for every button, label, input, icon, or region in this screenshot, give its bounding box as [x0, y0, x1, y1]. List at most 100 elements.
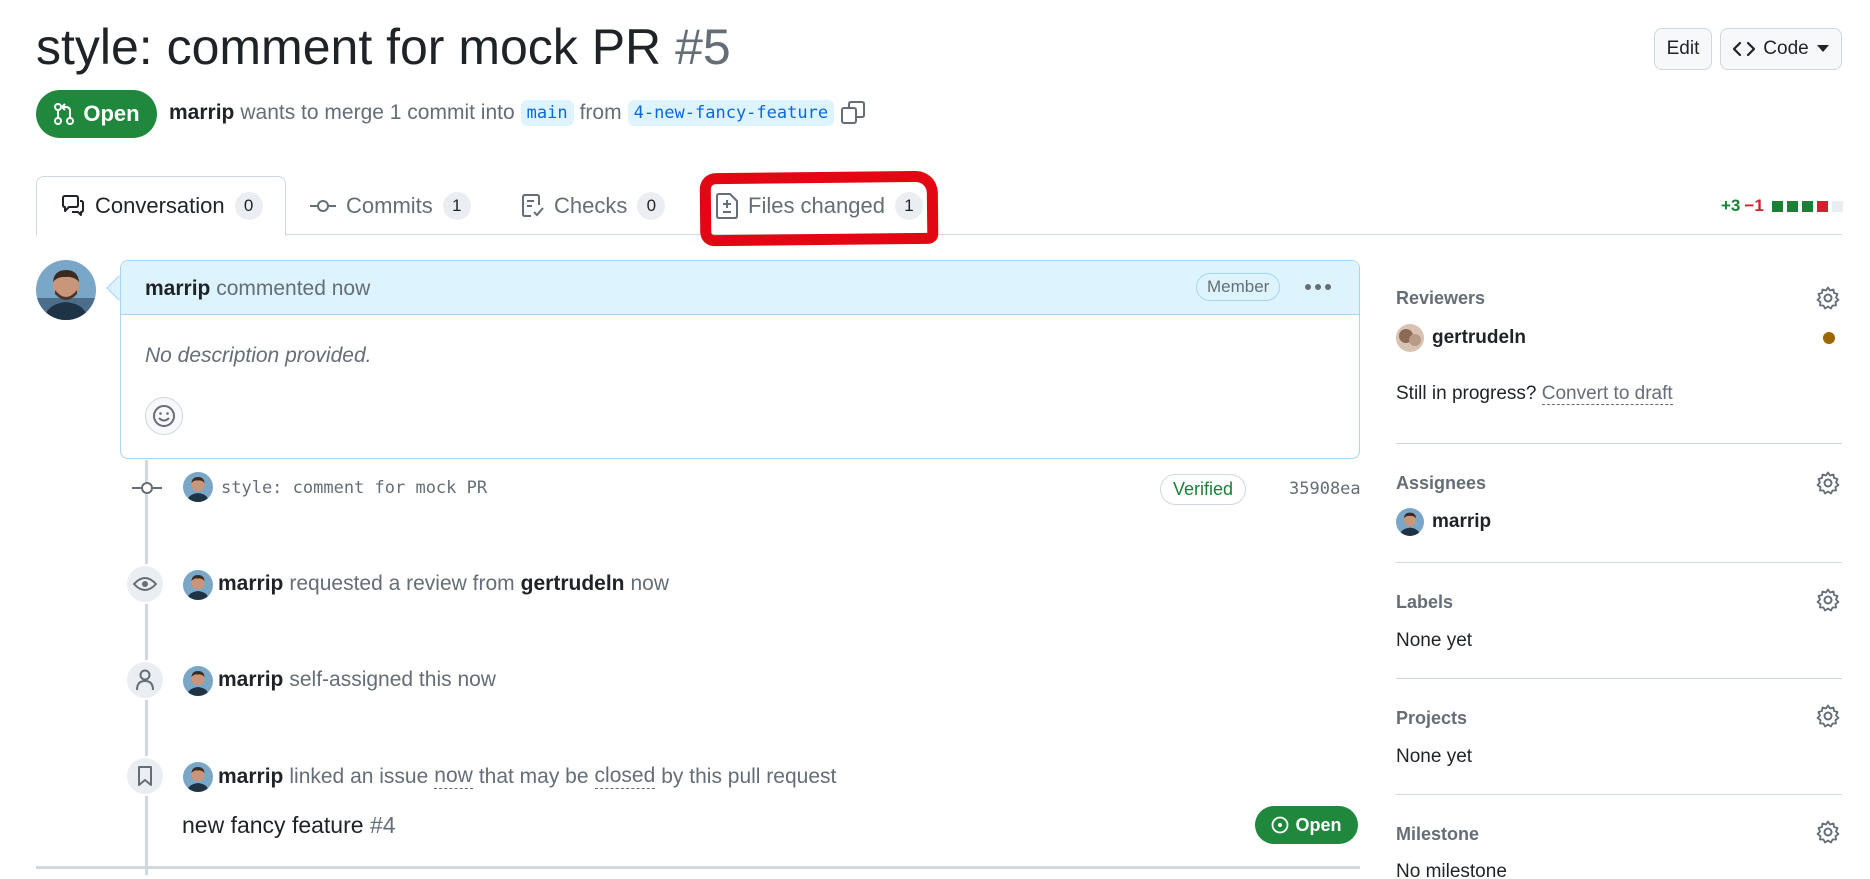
person-icon [135, 669, 155, 691]
tab-conversation[interactable]: Conversation 0 [36, 176, 286, 236]
convert-to-draft-link[interactable]: Convert to draft [1541, 383, 1673, 405]
projects-title: Projects [1396, 708, 1468, 728]
git-commit-icon [132, 480, 162, 496]
sidebar-divider [1396, 443, 1842, 444]
comment-discussion-icon [61, 195, 85, 217]
review-request-event: marrip requested a review from gertrudel… [218, 572, 669, 596]
labels-value: None yet [1396, 630, 1473, 651]
gear-icon[interactable] [1816, 286, 1840, 310]
tab-conversation-label: Conversation [95, 193, 225, 218]
gear-icon[interactable] [1816, 471, 1840, 495]
pr-state-label: Open [83, 101, 140, 126]
pr-title: style: comment for mock PR #5 [36, 18, 731, 76]
sidebar-divider [1396, 562, 1842, 563]
tab-commits[interactable]: Commits 1 [310, 176, 471, 235]
member-badge: Member [1196, 273, 1281, 301]
assignees-title: Assignees [1396, 473, 1487, 493]
comment-header: marrip commented now Member [121, 261, 1359, 315]
linked-issue[interactable]: new fancy feature #4 [182, 812, 396, 839]
draft-prompt: Still in progress? Convert to draft [1396, 383, 1673, 405]
draft-prompt-text: Still in progress? [1396, 383, 1537, 404]
event-text: by this pull request [661, 764, 837, 788]
copy-icon[interactable] [840, 100, 866, 126]
tab-conversation-count: 0 [234, 192, 263, 220]
code-icon [1733, 41, 1756, 57]
timeline-badge [125, 564, 165, 604]
timeline-badge [125, 660, 165, 700]
comment-action: commented now [216, 277, 371, 300]
head-branch[interactable]: 4-new-fancy-feature [627, 100, 835, 126]
issue-state-badge: Open [1255, 806, 1358, 844]
base-branch[interactable]: main [520, 100, 574, 126]
milestone-value: No milestone [1396, 861, 1507, 879]
annotation-highlight [699, 170, 939, 247]
diffstat-block [1816, 200, 1828, 212]
reviewer-name[interactable]: gertrudeln [1432, 327, 1526, 349]
event-time[interactable]: now [630, 572, 669, 596]
event-text: that may be [478, 764, 589, 788]
event-actor[interactable]: marrip [218, 572, 283, 596]
eye-icon [133, 576, 157, 592]
pr-meta: marrip wants to merge 1 commit into main… [169, 100, 866, 126]
avatar[interactable] [183, 666, 213, 696]
projects-value: None yet [1396, 746, 1473, 767]
kebab-horizontal-icon[interactable] [1303, 275, 1333, 299]
comment-author[interactable]: marrip [145, 277, 210, 300]
avatar[interactable] [36, 260, 96, 320]
gear-icon[interactable] [1816, 704, 1840, 728]
issue-state-label: Open [1295, 814, 1342, 835]
tab-commits-label: Commits [346, 192, 433, 218]
gear-icon[interactable] [1816, 820, 1840, 844]
add-reaction-button[interactable] [145, 397, 183, 435]
event-text: linked an issue [289, 764, 429, 788]
pr-state-badge: Open [36, 90, 157, 138]
assignee-name[interactable]: marrip [1432, 511, 1491, 533]
event-reviewer[interactable]: gertrudeln [521, 572, 625, 596]
tab-checks[interactable]: Checks 0 [522, 176, 666, 235]
diffstat-block [1786, 200, 1798, 212]
tab-checks-label: Checks [554, 192, 628, 218]
code-button-label: Code [1763, 38, 1809, 59]
comment-header-text: marrip commented now [145, 277, 370, 301]
reviewers-title: Reviewers [1396, 288, 1486, 308]
diffstat-deletions: −1 [1744, 196, 1764, 215]
avatar[interactable] [183, 472, 213, 502]
pr-author-link[interactable]: marrip [169, 101, 234, 125]
merge-text: wants to merge 1 commit into [240, 101, 515, 124]
sidebar-divider [1396, 794, 1842, 795]
sidebar-divider [1396, 678, 1842, 679]
from-text: from [579, 101, 622, 124]
timeline-badge [125, 756, 165, 796]
event-time[interactable]: now [434, 764, 473, 789]
tab-checks-count: 0 [637, 191, 666, 220]
event-actor[interactable]: marrip [218, 668, 283, 692]
event-actor[interactable]: marrip [218, 765, 283, 789]
diffstat-additions: +3 [1721, 196, 1741, 215]
timeline-divider [36, 866, 1360, 869]
closed-keyword[interactable]: closed [594, 764, 656, 789]
issue-opened-icon [1271, 816, 1289, 834]
smiley-icon [152, 404, 176, 428]
linked-issue-event: marrip linked an issue now that may be c… [218, 764, 836, 789]
gear-icon[interactable] [1816, 588, 1840, 612]
comment-box: marrip commented now Member No descripti… [120, 260, 1360, 459]
caret-down-icon [1816, 45, 1829, 53]
edit-button[interactable]: Edit [1654, 28, 1712, 70]
pr-title-text: style: comment for mock PR [36, 19, 662, 75]
avatar[interactable] [183, 762, 213, 792]
diffstat-block [1801, 200, 1813, 212]
avatar[interactable] [183, 570, 213, 600]
commit-message[interactable]: style: comment for mock PR [221, 478, 487, 498]
labels-title: Labels [1396, 592, 1454, 612]
commit-sha[interactable]: 35908ea [1289, 479, 1361, 499]
linked-issue-number: #4 [369, 812, 396, 838]
verified-badge[interactable]: Verified [1160, 474, 1247, 505]
pr-number: #5 [675, 19, 731, 75]
git-pull-request-icon [53, 102, 75, 126]
pending-review-dot [1823, 332, 1835, 344]
comment-body: No description provided. [145, 344, 372, 367]
code-button[interactable]: Code [1720, 28, 1842, 70]
avatar[interactable] [1396, 324, 1424, 352]
avatar[interactable] [1396, 508, 1424, 536]
linked-issue-title[interactable]: new fancy feature [182, 812, 364, 838]
